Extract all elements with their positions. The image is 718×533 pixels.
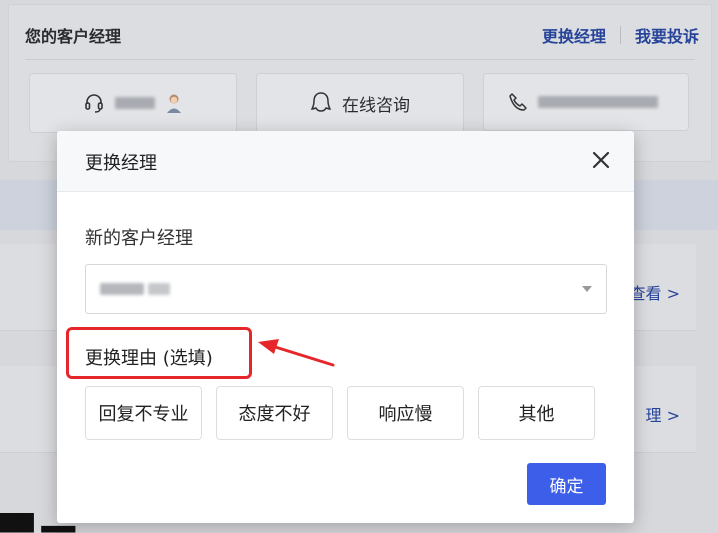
blurred-manager-name [115, 97, 155, 109]
bg-view-link[interactable]: 查看 > [630, 280, 681, 304]
phone-tile[interactable] [483, 73, 689, 131]
phone-icon [509, 93, 527, 111]
reason-option[interactable]: 其他 [478, 386, 595, 440]
confirm-button[interactable]: 确定 [527, 463, 606, 505]
close-icon[interactable] [588, 147, 614, 173]
reason-option[interactable]: 态度不好 [216, 386, 333, 440]
dialog-title: 更换经理 [85, 153, 157, 174]
new-manager-select[interactable] [85, 264, 607, 314]
online-consult-label: 在线咨询 [342, 95, 410, 116]
headset-icon [85, 94, 103, 113]
bg-manage-link[interactable]: 理 > [646, 402, 681, 426]
annotation-highlight-box [66, 327, 252, 379]
new-manager-label: 新的客户经理 [85, 228, 193, 249]
avatar-icon [167, 94, 181, 113]
complain-link[interactable]: 我要投诉 [635, 23, 699, 47]
dialog-header: 更换经理 [57, 131, 634, 192]
card-title: 您的客户经理 [25, 27, 122, 46]
reason-option[interactable]: 回复不专业 [85, 386, 202, 440]
online-consult-tile[interactable]: 在线咨询 [256, 73, 464, 133]
card-links: 更换经理 我要投诉 [542, 23, 699, 47]
change-manager-link[interactable]: 更换经理 [542, 23, 606, 47]
blurred-selected-manager [100, 283, 170, 295]
link-divider [619, 26, 621, 44]
reason-options: 回复不专业 态度不好 响应慢 其他 [85, 386, 595, 440]
card-divider [25, 59, 695, 60]
manager-name-tile[interactable] [29, 73, 237, 133]
blurred-phone-number [538, 96, 658, 108]
dropdown-caret-icon [582, 286, 592, 292]
reason-option[interactable]: 响应慢 [347, 386, 464, 440]
chat-bubble-icon [310, 92, 332, 112]
